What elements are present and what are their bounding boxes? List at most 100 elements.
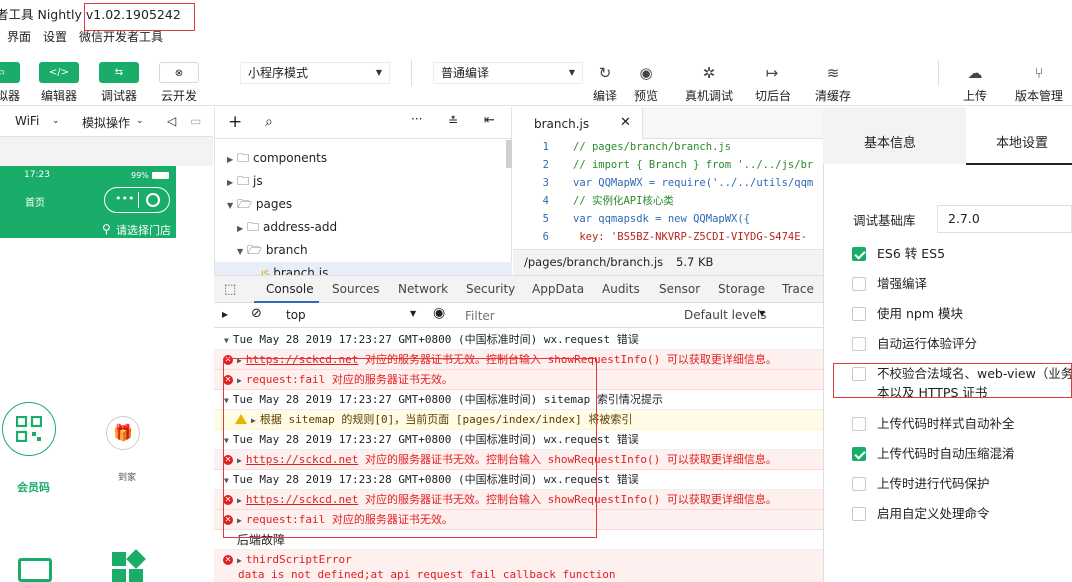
apps-icon[interactable] xyxy=(112,549,146,582)
code-line[interactable]: 2 // import { Branch } from '../../js/br xyxy=(513,156,823,174)
eye-icon[interactable]: ◉ xyxy=(634,62,658,84)
gift-icon[interactable]: 🎁 xyxy=(106,416,140,450)
tab-basic-info[interactable]: 基本信息 xyxy=(864,132,916,151)
sidebar-toggle-icon[interactable]: ⇤ xyxy=(484,113,495,128)
option-label: 自动运行体验评分 xyxy=(877,336,978,351)
menu-item-wechat-devtools[interactable]: 微信开发者工具 xyxy=(79,28,163,45)
tree-item-components[interactable]: ▶ 🗀 components xyxy=(215,147,512,170)
to-home-label[interactable]: 到家 xyxy=(118,470,136,483)
chevron-down-icon[interactable]: ▼ xyxy=(759,309,765,318)
close-icon[interactable] xyxy=(146,193,160,207)
chevron-down-icon[interactable]: ⌄ xyxy=(136,116,144,126)
tree-item-branch-js[interactable]: JS branch.js xyxy=(215,262,512,275)
code-text: // import { Branch } from '../../js/br xyxy=(573,159,814,171)
folder-icon: 🗀 xyxy=(237,151,250,165)
compile-label[interactable]: 编译 xyxy=(593,87,617,104)
filter-input[interactable] xyxy=(465,306,665,325)
editor-toggle-button[interactable]: </> xyxy=(39,62,79,83)
remote-debug-label[interactable]: 真机调试 xyxy=(685,87,733,104)
volume-icon[interactable]: ◁ xyxy=(167,114,176,128)
member-code-label[interactable]: 会员码 xyxy=(17,479,50,495)
qr-code-icon[interactable] xyxy=(2,402,56,456)
compile-select[interactable]: 普通编译 ▼ xyxy=(433,62,583,84)
network-select[interactable]: WiFi xyxy=(15,114,39,128)
card-icon[interactable] xyxy=(18,558,52,582)
layers-icon[interactable]: ≋ xyxy=(821,62,845,84)
simulator-background xyxy=(0,137,213,166)
code-line[interactable]: 1 // pages/branch/branch.js xyxy=(513,138,823,156)
simulator-label: 拟器 xyxy=(0,89,21,103)
add-icon[interactable]: + xyxy=(228,112,242,132)
tree-item-address-add[interactable]: ▶ 🗀 address-add xyxy=(215,216,512,239)
switch-background-icon[interactable]: ↦ xyxy=(760,62,784,84)
editor-tab[interactable]: branch.js ✕ xyxy=(513,107,643,140)
menu-item-settings[interactable]: 设置 xyxy=(43,28,67,45)
sidebar-toggle-icon[interactable]: ▸ xyxy=(222,307,228,321)
console-error-line[interactable]: ✕ ▶ thirdScriptError data is not defined;at… xyxy=(214,550,823,582)
tree-item-js[interactable]: ▶ 🗀 js xyxy=(215,170,512,193)
tree-item-pages[interactable]: ▼ 🗁 pages xyxy=(215,193,512,216)
switch-background-label[interactable]: 切后台 xyxy=(755,87,791,104)
debugger-toggle-button[interactable]: ⇆ xyxy=(99,62,139,83)
code-line[interactable]: 6 key: 'BS5BZ-NKVRP-Z5CDI-VIYDG-S474E- xyxy=(513,228,823,246)
folder-icon: 🗀 xyxy=(237,174,250,188)
tab-console[interactable]: Console xyxy=(266,282,314,296)
upload-icon[interactable]: ☁ xyxy=(963,62,987,84)
upload-label[interactable]: 上传 xyxy=(963,87,987,104)
code-line[interactable]: 4 // 实例化API核心类 xyxy=(513,192,823,210)
tab-appdata[interactable]: AppData xyxy=(532,282,584,296)
menu-item-interface[interactable]: 界面 xyxy=(7,28,31,45)
tree-label: address-add xyxy=(263,220,338,234)
preview-label[interactable]: 预览 xyxy=(634,87,658,104)
bug-icon[interactable]: ✲ xyxy=(697,62,721,84)
checkbox[interactable] xyxy=(852,477,866,491)
log-levels-select[interactable]: Default levels xyxy=(684,308,766,322)
tab-audits[interactable]: Audits xyxy=(602,282,640,296)
checkbox[interactable] xyxy=(852,247,866,261)
tab-network[interactable]: Network xyxy=(398,282,448,296)
scrollbar[interactable] xyxy=(506,140,512,168)
clear-icon[interactable]: ⊘ xyxy=(251,306,262,321)
checkbox[interactable] xyxy=(852,417,866,431)
more-icon[interactable]: ••• xyxy=(115,192,134,205)
tab-security[interactable]: Security xyxy=(466,282,515,296)
chevron-down-icon[interactable]: ▼ xyxy=(410,309,416,318)
cloud-dev-button[interactable]: ⊗ xyxy=(159,62,199,83)
checkbox[interactable] xyxy=(852,307,866,321)
toolbar: ▭ 拟器 </> 编辑器 ⇆ 调试器 ⊗ 云开发 小程序模式 ▼ 普通编译 ▼ … xyxy=(0,50,1072,106)
collapse-icon[interactable]: ≛ xyxy=(448,114,458,128)
context-select[interactable]: top xyxy=(286,308,306,322)
checkbox[interactable] xyxy=(852,447,866,461)
simulator-toggle-button[interactable]: ▭ xyxy=(0,62,20,83)
clear-cache-label[interactable]: 清缓存 xyxy=(815,87,851,104)
capsule-menu[interactable]: ••• xyxy=(104,187,170,213)
editor-tab-label: branch.js xyxy=(534,117,590,131)
checkbox[interactable] xyxy=(852,337,866,351)
inspect-icon[interactable]: ⬚ xyxy=(224,282,236,297)
tab-sensor[interactable]: Sensor xyxy=(659,282,700,296)
version-manage-label[interactable]: 版本管理 xyxy=(1015,87,1063,104)
checkbox[interactable] xyxy=(852,277,866,291)
mode-select[interactable]: 小程序模式 ▼ xyxy=(240,62,390,84)
console-line[interactable]: ▼ Tue May 28 2019 17:23:27 GMT+0800 (中国标准… xyxy=(214,330,823,350)
checkbox[interactable] xyxy=(852,507,866,521)
close-icon[interactable]: ✕ xyxy=(620,115,631,130)
eye-icon[interactable]: ◉ xyxy=(433,305,445,321)
store-select-link[interactable]: 请选择门店 xyxy=(116,222,171,238)
screen-icon[interactable]: ▭ xyxy=(190,114,201,128)
tab-trace[interactable]: Trace xyxy=(782,282,814,296)
more-icon[interactable]: ··· xyxy=(411,112,422,126)
refresh-icon[interactable]: ↻ xyxy=(593,62,617,84)
lib-version-select[interactable]: 2.7.0 xyxy=(937,205,1072,233)
version-icon[interactable]: ⑂ xyxy=(1027,62,1051,84)
tree-item-branch[interactable]: ▼ 🗁 branch xyxy=(215,239,512,262)
simulate-operation-select[interactable]: 模拟操作 xyxy=(82,114,130,131)
battery-level: 99% xyxy=(131,171,149,180)
tab-storage[interactable]: Storage xyxy=(718,282,765,296)
search-icon[interactable]: ⌕ xyxy=(265,114,273,130)
tab-local-settings[interactable]: 本地设置 xyxy=(966,107,1072,165)
tab-sources[interactable]: Sources xyxy=(332,282,379,296)
code-line[interactable]: 5 var qqmapsdk = new QQMapWX({ xyxy=(513,210,823,228)
chevron-down-icon[interactable]: ⌄ xyxy=(52,116,60,126)
code-line[interactable]: 3 var QQMapWX = require('../../utils/qqm xyxy=(513,174,823,192)
